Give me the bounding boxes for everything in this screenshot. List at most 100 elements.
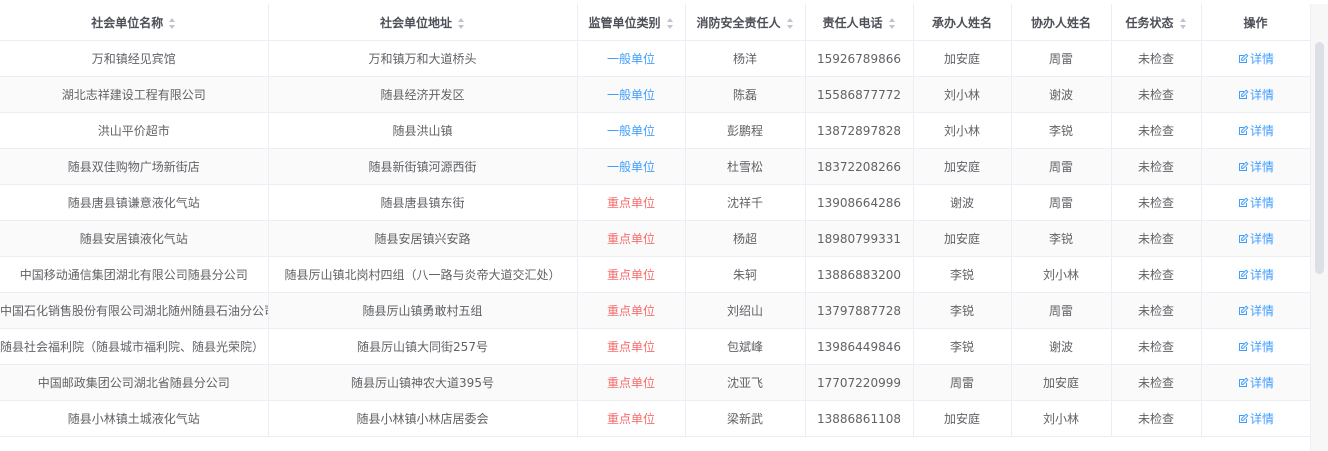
detail-label: 详情	[1249, 304, 1274, 318]
table-row[interactable]: 随县双佳购物广场新街店 随县新街镇河源西街 一般单位 杜雪松 18372208266 加安…	[0, 148, 1310, 185]
table-row[interactable]: 湖北志祥建设工程有限公司 随县经济开发区 一般单位 陈磊 15586877772 刘小林 谢…	[0, 76, 1310, 113]
scrollbar-thumb[interactable]	[1315, 42, 1324, 274]
column-header-unit-name[interactable]: 社会单位名称	[0, 4, 269, 41]
cell-actions: 详情	[1201, 220, 1310, 257]
table-row[interactable]: 随县唐县镇谦意液化气站 随县唐县镇东街 重点单位 沈祥千 13908664286 谢波 周雷…	[0, 184, 1310, 221]
cell-unit-address-text: 随县新街镇河源西街	[368, 160, 477, 174]
cell-assistant-name-text: 周雷	[1048, 52, 1073, 66]
cell-category: 一般单位	[577, 40, 686, 77]
detail-button[interactable]: 详情	[1237, 86, 1274, 103]
table-row[interactable]: 随县安居镇液化气站 随县安居镇兴安路 重点单位 杨超 18980799331 加安庭 李锐 未…	[0, 220, 1310, 257]
cell-person-phone: 13886883200	[805, 256, 914, 293]
table-row[interactable]: 万和镇经见宾馆 万和镇万和大道桥头 一般单位 杨洋 15926789866 加安庭 周雷 未检…	[0, 40, 1310, 77]
column-header-assistant-name: 协办人姓名	[1011, 4, 1112, 41]
cell-unit-name-text: 中国移动通信集团湖北有限公司随县分公司	[19, 268, 248, 282]
cell-unit-address: 随县唐县镇东街	[268, 184, 578, 221]
column-header-label: 监管单位类别	[588, 15, 661, 30]
cell-unit-address-text: 随县厉山镇大同街257号	[357, 340, 488, 354]
table-row[interactable]: 中国移动通信集团湖北有限公司随县分公司 随县厉山镇北岗村四组（八一路与炎帝大道交汇…	[0, 256, 1310, 293]
sort-caret-icon[interactable]	[1179, 17, 1187, 29]
edit-icon	[1237, 268, 1249, 282]
cell-handler-name-text: 加安庭	[943, 232, 980, 246]
cell-category-text: 一般单位	[606, 88, 655, 102]
sort-caret-icon[interactable]	[458, 17, 465, 29]
detail-button[interactable]: 详情	[1237, 50, 1274, 67]
cell-person-phone-text: 13797887728	[817, 303, 901, 318]
cell-assistant-name-text: 加安庭	[1042, 376, 1079, 390]
cell-actions: 详情	[1201, 364, 1310, 401]
cell-task-status-text: 未检查	[1137, 196, 1174, 210]
detail-label: 详情	[1249, 340, 1274, 354]
cell-assistant-name-text: 刘小林	[1042, 268, 1079, 282]
cell-safety-person: 杨洋	[685, 40, 806, 77]
sort-caret-icon[interactable]	[169, 17, 176, 29]
detail-button[interactable]: 详情	[1237, 194, 1274, 211]
detail-button[interactable]: 详情	[1237, 266, 1274, 283]
detail-button[interactable]: 详情	[1237, 374, 1274, 391]
cell-assistant-name: 刘小林	[1011, 400, 1112, 437]
detail-label: 详情	[1249, 124, 1274, 138]
cell-category: 一般单位	[577, 112, 686, 149]
cell-assistant-name: 刘小林	[1011, 256, 1112, 293]
cell-actions: 详情	[1201, 40, 1310, 77]
cell-category-text: 重点单位	[606, 412, 655, 426]
unit-table-wrapper: 社会单位名称 社会单位地址 监管单位类别 消防安全责任人 责任人电话 承办人姓名 协办人姓名…	[0, 0, 1310, 451]
column-header-unit-address[interactable]: 社会单位地址	[268, 4, 578, 41]
sort-caret-icon[interactable]	[888, 17, 896, 29]
cell-category: 一般单位	[577, 148, 686, 185]
column-header-safety-person[interactable]: 消防安全责任人	[685, 4, 806, 41]
cell-safety-person-text: 刘绍山	[726, 304, 763, 318]
cell-unit-address: 随县洪山镇	[268, 112, 578, 149]
detail-button[interactable]: 详情	[1237, 302, 1274, 319]
cell-unit-name-text: 湖北志祥建设工程有限公司	[61, 88, 206, 102]
detail-button[interactable]: 详情	[1237, 158, 1274, 175]
cell-handler-name: 加安庭	[913, 40, 1012, 77]
cell-category: 重点单位	[577, 328, 686, 365]
cell-unit-name-text: 洪山平价超市	[97, 124, 170, 138]
column-header-label: 操作	[1243, 15, 1268, 30]
detail-label: 详情	[1249, 88, 1274, 102]
cell-person-phone: 15586877772	[805, 76, 914, 113]
column-header-category[interactable]: 监管单位类别	[577, 4, 686, 41]
cell-unit-name: 随县安居镇液化气站	[0, 220, 269, 257]
cell-category: 重点单位	[577, 220, 686, 257]
cell-actions: 详情	[1201, 328, 1310, 365]
detail-label: 详情	[1249, 232, 1274, 246]
cell-person-phone-text: 13986449846	[817, 339, 901, 354]
cell-handler-name: 李锐	[913, 292, 1012, 329]
sort-caret-icon[interactable]	[786, 17, 794, 29]
cell-unit-name-text: 随县小林镇土城液化气站	[67, 412, 200, 426]
cell-person-phone-text: 13908664286	[817, 195, 901, 210]
detail-button[interactable]: 详情	[1237, 410, 1274, 427]
table-row[interactable]: 随县社会福利院（随县城市福利院、随县光荣院） 随县厉山镇大同街257号 重点单位 包斌…	[0, 328, 1310, 365]
table-row[interactable]: 随县小林镇土城液化气站 随县小林镇小林店居委会 重点单位 梁新武 13886861108…	[0, 400, 1310, 437]
table-row[interactable]: 中国邮政集团公司湖北省随县分公司 随县厉山镇神农大道395号 重点单位 沈亚飞 1770…	[0, 364, 1310, 401]
cell-person-phone: 18372208266	[805, 148, 914, 185]
detail-button[interactable]: 详情	[1237, 122, 1274, 139]
column-header-task-status[interactable]: 任务状态	[1111, 4, 1202, 41]
edit-icon	[1237, 304, 1249, 318]
cell-unit-address: 随县新街镇河源西街	[268, 148, 578, 185]
cell-handler-name: 加安庭	[913, 148, 1012, 185]
cell-unit-name-text: 随县社会福利院（随县城市福利院、随县光荣院）	[0, 340, 265, 354]
cell-handler-name-text: 谢波	[949, 196, 974, 210]
detail-button[interactable]: 详情	[1237, 338, 1274, 355]
cell-assistant-name: 李锐	[1011, 112, 1112, 149]
table-row[interactable]: 洪山平价超市 随县洪山镇 一般单位 彭鹏程 13872897828 刘小林 李锐 未检查 详情	[0, 112, 1310, 149]
table-row[interactable]: 中国石化销售股份有限公司湖北随州随县石油分公司 随县厉山镇勇敢村五组 重点单位 刘绍山…	[0, 292, 1310, 329]
cell-person-phone-text: 17707220999	[817, 375, 901, 390]
cell-handler-name-text: 李锐	[949, 340, 974, 354]
cell-safety-person: 杜雪松	[685, 148, 806, 185]
vertical-scrollbar[interactable]	[1310, 4, 1328, 451]
cell-handler-name: 刘小林	[913, 112, 1012, 149]
cell-task-status-text: 未检查	[1137, 340, 1174, 354]
cell-unit-address-text: 随县经济开发区	[380, 88, 465, 102]
cell-category-text: 重点单位	[606, 196, 655, 210]
detail-button[interactable]: 详情	[1237, 230, 1274, 247]
edit-icon	[1237, 412, 1249, 426]
sort-caret-icon[interactable]	[666, 17, 674, 29]
column-header-person-phone[interactable]: 责任人电话	[805, 4, 914, 41]
cell-safety-person: 梁新武	[685, 400, 806, 437]
cell-unit-address: 随县厉山镇勇敢村五组	[268, 292, 578, 329]
cell-task-status: 未检查	[1111, 328, 1202, 365]
